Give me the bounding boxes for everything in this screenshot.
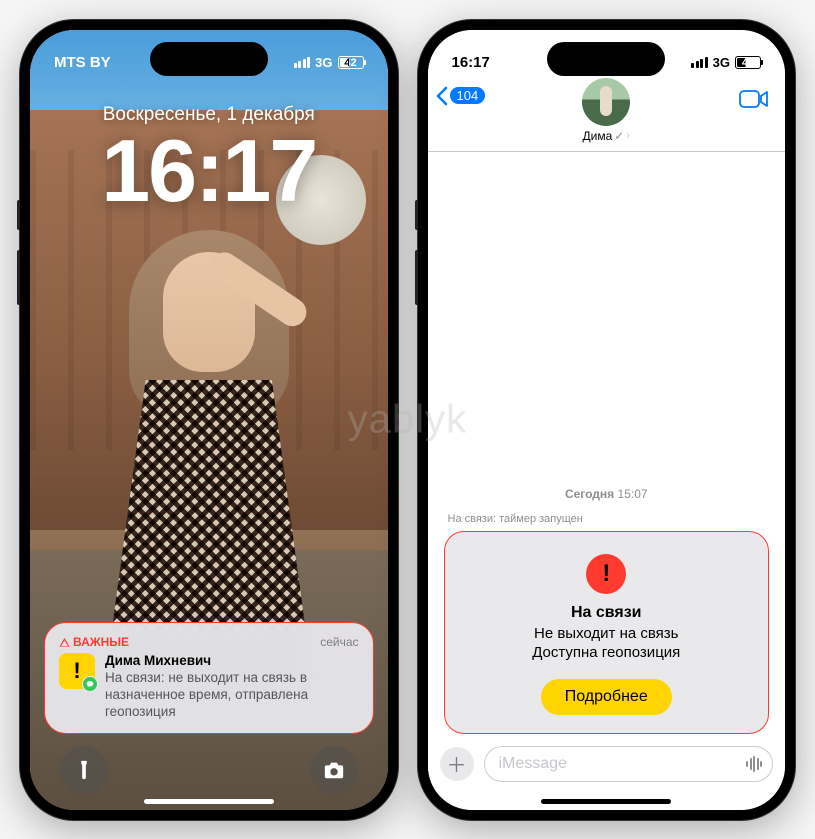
- details-button[interactable]: Подробнее: [541, 679, 672, 715]
- notification-timestamp: сейчас: [320, 635, 358, 649]
- checkin-line1: Не выходит на связь: [465, 624, 749, 644]
- contact-name-label: Дима: [583, 129, 613, 143]
- back-count-badge: 104: [450, 87, 486, 104]
- input-placeholder: iMessage: [499, 755, 567, 773]
- battery-icon: 42: [338, 56, 364, 69]
- notification-card[interactable]: ВАЖНЫЕ сейчас ! Дима Михневич На связи: …: [44, 622, 374, 734]
- chevron-right-icon: ›: [626, 130, 630, 142]
- notification-message: На связи: не выходит на связь в назначен…: [105, 670, 359, 721]
- alert-icon: !: [586, 554, 626, 594]
- home-indicator[interactable]: [144, 799, 274, 804]
- lockscreen-time: 16:17: [30, 120, 388, 222]
- flashlight-icon: [73, 759, 95, 781]
- signal-icon: [294, 57, 311, 68]
- checkin-line2: Доступна геопозиция: [465, 643, 749, 663]
- dynamic-island: [150, 42, 268, 76]
- checkin-title: На связи: [465, 604, 749, 622]
- warning-triangle-icon: [59, 637, 70, 648]
- plus-icon: ＋: [447, 749, 467, 778]
- messages-app: 16:17 3G 42 104 Дима: [428, 30, 786, 810]
- contact-info[interactable]: Дима ✓ ›: [582, 78, 630, 143]
- battery-icon: 42: [735, 56, 761, 69]
- messages-badge-icon: [82, 676, 98, 692]
- chevron-left-icon: [436, 86, 448, 106]
- camera-icon: [323, 759, 345, 781]
- voice-record-button[interactable]: [746, 756, 762, 772]
- status-time: 16:17: [452, 54, 490, 71]
- lockscreen: MTS BY 3G 42 Воскресенье, 1 декабря 16:1…: [30, 30, 388, 810]
- attach-button[interactable]: ＋: [440, 747, 474, 781]
- home-indicator[interactable]: [541, 799, 671, 804]
- thread-date: Сегодня 15:07: [444, 487, 770, 501]
- avatar: [582, 78, 630, 126]
- checkin-status-line: На связи: таймер запущен: [444, 513, 770, 525]
- network-label: 3G: [315, 55, 332, 70]
- carrier-label: MTS BY: [54, 54, 111, 71]
- flashlight-button[interactable]: [60, 746, 108, 794]
- verified-icon: ✓: [614, 129, 624, 143]
- phone-right-frame: 16:17 3G 42 104 Дима: [418, 20, 796, 820]
- camera-button[interactable]: [310, 746, 358, 794]
- dynamic-island: [547, 42, 665, 76]
- video-call-button[interactable]: [739, 88, 769, 115]
- notification-sender: Дима Михневич: [105, 653, 359, 670]
- signal-icon: [691, 57, 708, 68]
- network-label: 3G: [713, 55, 730, 70]
- back-button[interactable]: 104: [436, 86, 486, 106]
- phone-left-frame: MTS BY 3G 42 Воскресенье, 1 декабря 16:1…: [20, 20, 398, 820]
- checkin-card[interactable]: ! На связи Не выходит на связь Доступна …: [444, 531, 770, 734]
- important-badge: ВАЖНЫЕ: [59, 635, 129, 649]
- message-input[interactable]: iMessage: [484, 746, 774, 782]
- video-icon: [739, 88, 769, 110]
- notification-app-icon: !: [59, 653, 95, 689]
